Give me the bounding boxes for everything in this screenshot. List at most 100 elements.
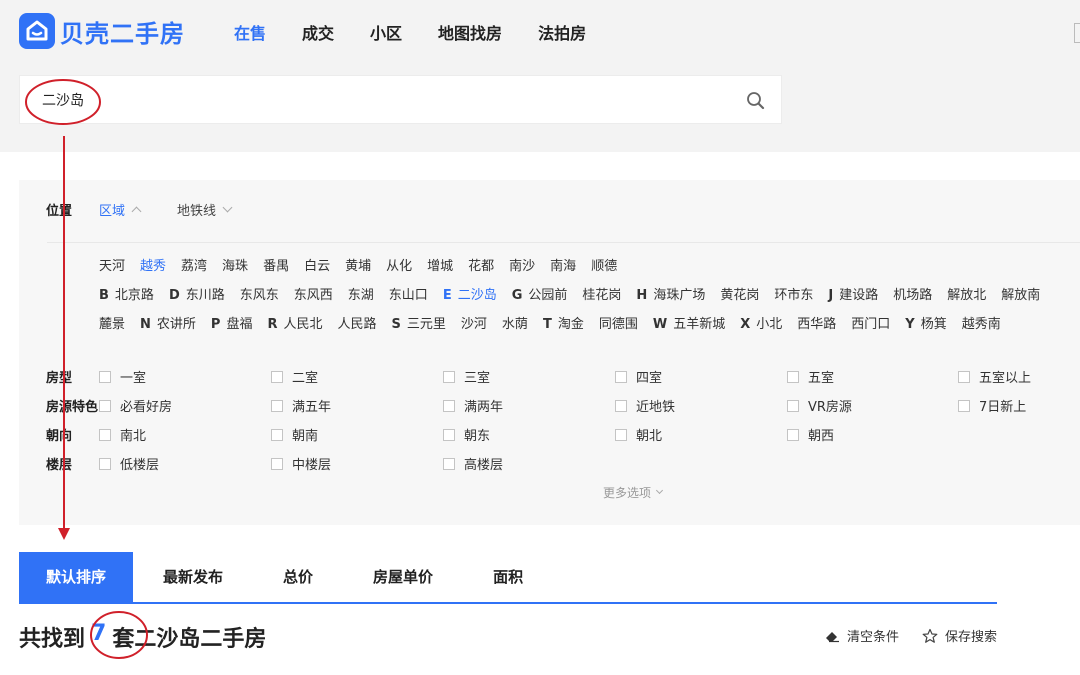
district-item[interactable]: 从化 bbox=[386, 255, 412, 274]
sort-tab-newest[interactable]: 最新发布 bbox=[133, 552, 253, 602]
district-item[interactable]: 南沙 bbox=[509, 255, 535, 274]
filter-option[interactable]: 三室 bbox=[443, 367, 490, 386]
district-item[interactable]: 花都 bbox=[468, 255, 494, 274]
tab-subway[interactable]: 地铁线 bbox=[177, 200, 233, 219]
tab-district[interactable]: 区域 bbox=[99, 200, 142, 219]
area-item[interactable]: 西门口 bbox=[851, 313, 890, 332]
area-item[interactable]: B 北京路 bbox=[99, 284, 154, 303]
area-item[interactable]: 同德围 bbox=[599, 313, 638, 332]
district-item[interactable]: 天河 bbox=[99, 255, 125, 274]
filter-option[interactable]: 二室 bbox=[271, 367, 318, 386]
checkbox[interactable] bbox=[787, 370, 799, 383]
nav-item-community[interactable]: 小区 bbox=[370, 20, 402, 44]
checkbox[interactable] bbox=[99, 370, 111, 383]
area-item[interactable]: H 海珠广场 bbox=[636, 284, 705, 303]
checkbox[interactable] bbox=[787, 399, 799, 412]
filter-option[interactable]: 近地铁 bbox=[615, 396, 675, 415]
area-item[interactable]: 麓景 bbox=[99, 313, 125, 332]
filter-option[interactable]: 一室 bbox=[99, 367, 146, 386]
checkbox[interactable] bbox=[443, 370, 455, 383]
search-icon[interactable] bbox=[746, 91, 766, 111]
area-item[interactable]: 黄花岗 bbox=[720, 284, 759, 303]
checkbox[interactable] bbox=[271, 457, 283, 470]
district-item[interactable]: 越秀 bbox=[140, 255, 166, 274]
area-item[interactable]: 东风东 bbox=[240, 284, 279, 303]
more-options-button[interactable]: 更多选项 bbox=[603, 484, 664, 501]
checkbox[interactable] bbox=[958, 399, 970, 412]
area-item[interactable]: 东风西 bbox=[294, 284, 333, 303]
district-item[interactable]: 番禺 bbox=[263, 255, 289, 274]
nav-item-map-search[interactable]: 地图找房 bbox=[438, 20, 502, 44]
area-item[interactable]: G 公园前 bbox=[512, 284, 568, 303]
area-item[interactable]: X 小北 bbox=[740, 313, 782, 332]
checkbox[interactable] bbox=[615, 399, 627, 412]
search-input[interactable] bbox=[42, 89, 722, 111]
filter-option[interactable]: 满两年 bbox=[443, 396, 503, 415]
filter-option[interactable]: 五室以上 bbox=[958, 367, 1031, 386]
filter-option[interactable]: 四室 bbox=[615, 367, 662, 386]
filter-option[interactable]: 满五年 bbox=[271, 396, 331, 415]
nav-item-auction[interactable]: 法拍房 bbox=[538, 20, 586, 44]
checkbox[interactable] bbox=[271, 428, 283, 441]
area-item[interactable]: T 淘金 bbox=[543, 313, 584, 332]
district-item[interactable]: 白云 bbox=[304, 255, 330, 274]
checkbox[interactable] bbox=[99, 428, 111, 441]
checkbox[interactable] bbox=[615, 370, 627, 383]
area-item[interactable]: E 二沙岛 bbox=[443, 284, 497, 303]
area-item[interactable]: 机场路 bbox=[893, 284, 932, 303]
sort-tab-unit-price[interactable]: 房屋单价 bbox=[343, 552, 463, 602]
district-item[interactable]: 荔湾 bbox=[181, 255, 207, 274]
area-item[interactable]: 桂花岗 bbox=[582, 284, 621, 303]
area-item[interactable]: N 农讲所 bbox=[140, 313, 196, 332]
checkbox[interactable] bbox=[99, 457, 111, 470]
area-item[interactable]: 环市东 bbox=[774, 284, 813, 303]
filter-option[interactable]: 五室 bbox=[787, 367, 834, 386]
area-item[interactable]: W 五羊新城 bbox=[653, 313, 725, 332]
area-item[interactable]: R 人民北 bbox=[267, 313, 322, 332]
filter-option[interactable]: 朝西 bbox=[787, 425, 834, 444]
filter-option[interactable]: 7日新上 bbox=[958, 396, 1026, 415]
filter-option[interactable]: 高楼层 bbox=[443, 454, 503, 473]
checkbox[interactable] bbox=[271, 399, 283, 412]
checkbox[interactable] bbox=[615, 428, 627, 441]
area-item[interactable]: Y 杨箕 bbox=[905, 313, 946, 332]
area-item[interactable]: 西华路 bbox=[797, 313, 836, 332]
checkbox[interactable] bbox=[443, 428, 455, 441]
area-item[interactable]: J 建设路 bbox=[828, 284, 878, 303]
nav-item-sold[interactable]: 成交 bbox=[302, 20, 334, 44]
filter-option[interactable]: 南北 bbox=[99, 425, 146, 444]
area-item[interactable]: 东山口 bbox=[389, 284, 428, 303]
sort-tab-area[interactable]: 面积 bbox=[463, 552, 553, 602]
nav-item-on-sale[interactable]: 在售 bbox=[234, 20, 266, 44]
area-item[interactable]: S 三元里 bbox=[392, 313, 446, 332]
checkbox[interactable] bbox=[787, 428, 799, 441]
checkbox[interactable] bbox=[443, 457, 455, 470]
checkbox[interactable] bbox=[271, 370, 283, 383]
logo[interactable]: 贝壳二手房 bbox=[19, 13, 185, 49]
filter-option[interactable]: 朝南 bbox=[271, 425, 318, 444]
clear-filters-button[interactable]: 清空条件 bbox=[824, 626, 899, 645]
checkbox[interactable] bbox=[958, 370, 970, 383]
area-item[interactable]: 沙河 bbox=[461, 313, 487, 332]
filter-option[interactable]: 中楼层 bbox=[271, 454, 331, 473]
sort-tab-default[interactable]: 默认排序 bbox=[19, 552, 134, 602]
district-item[interactable]: 海珠 bbox=[222, 255, 248, 274]
checkbox[interactable] bbox=[443, 399, 455, 412]
district-item[interactable]: 黄埔 bbox=[345, 255, 371, 274]
area-item[interactable]: P 盘福 bbox=[211, 313, 253, 332]
area-item[interactable]: 东湖 bbox=[348, 284, 374, 303]
filter-option[interactable]: 必看好房 bbox=[99, 396, 172, 415]
area-item[interactable]: 解放北 bbox=[947, 284, 986, 303]
district-item[interactable]: 增城 bbox=[427, 255, 453, 274]
filter-option[interactable]: VR房源 bbox=[787, 396, 852, 415]
area-item[interactable]: 人民路 bbox=[338, 313, 377, 332]
checkbox[interactable] bbox=[99, 399, 111, 412]
area-item[interactable]: D 东川路 bbox=[169, 284, 225, 303]
sort-tab-total-price[interactable]: 总价 bbox=[253, 552, 343, 602]
district-item[interactable]: 顺德 bbox=[591, 255, 617, 274]
filter-option[interactable]: 低楼层 bbox=[99, 454, 159, 473]
area-item[interactable]: 越秀南 bbox=[962, 313, 1001, 332]
filter-option[interactable]: 朝东 bbox=[443, 425, 490, 444]
filter-option[interactable]: 朝北 bbox=[615, 425, 662, 444]
area-item[interactable]: 水荫 bbox=[502, 313, 528, 332]
